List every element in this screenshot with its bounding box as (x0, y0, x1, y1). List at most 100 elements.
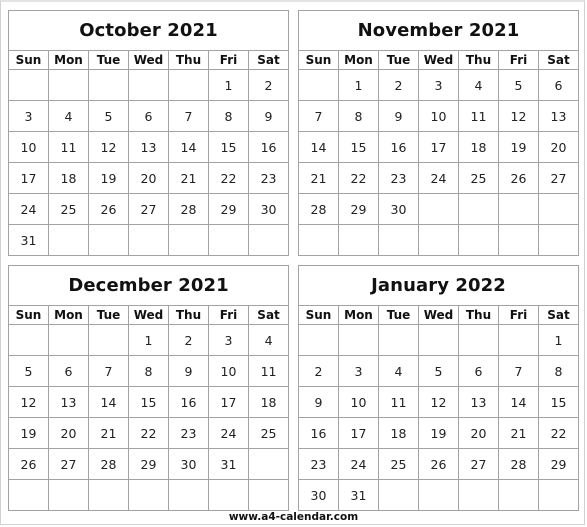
day-cell (378, 224, 419, 256)
day-cell (498, 324, 539, 356)
day-cell: 12 (418, 386, 459, 418)
day-cell: 8 (208, 100, 249, 132)
day-cell: 21 (298, 162, 339, 194)
day-cell: 11 (458, 100, 499, 132)
day-cell: 19 (418, 417, 459, 449)
day-cell: 1 (537, 324, 580, 356)
week-row: 21 22 23 24 25 26 27 (298, 162, 580, 194)
day-cell: 20 (537, 131, 580, 163)
day-cell (378, 479, 419, 511)
weekday-header: Wed (128, 305, 169, 325)
day-cell: 3 (8, 100, 49, 132)
day-cell (418, 193, 459, 225)
day-cell: 24 (418, 162, 459, 194)
weekday-header: Fri (208, 305, 249, 325)
week-row: 24 25 26 27 28 29 30 (8, 193, 290, 225)
weekday-header: Mon (338, 305, 379, 325)
day-cell: 1 (128, 324, 169, 356)
day-cell: 27 (48, 448, 89, 480)
day-cell: 15 (208, 131, 249, 163)
week-row: 1 (298, 324, 580, 356)
day-cell (208, 224, 249, 256)
month-title: November 2021 (297, 10, 580, 51)
day-cell: 4 (247, 324, 290, 356)
day-cell (338, 324, 379, 356)
day-cell: 9 (168, 355, 209, 387)
week-row (8, 479, 290, 511)
weekday-header: Wed (418, 50, 459, 70)
weekday-header: Fri (208, 50, 249, 70)
day-cell: 7 (498, 355, 539, 387)
day-cell (418, 324, 459, 356)
weekday-header: Sun (298, 50, 339, 70)
day-cell: 18 (378, 417, 419, 449)
day-cell: 20 (458, 417, 499, 449)
weekday-header: Sun (298, 305, 339, 325)
weekday-header: Mon (48, 305, 89, 325)
day-cell: 13 (537, 100, 580, 132)
day-cell: 28 (168, 193, 209, 225)
day-cell: 2 (378, 69, 419, 101)
day-cell: 27 (128, 193, 169, 225)
weekday-header: Wed (418, 305, 459, 325)
day-cell: 20 (128, 162, 169, 194)
day-cell: 12 (88, 131, 129, 163)
day-cell: 13 (48, 386, 89, 418)
day-cell: 19 (498, 131, 539, 163)
day-cell (48, 479, 89, 511)
weekday-header: Thu (458, 305, 499, 325)
day-cell (458, 224, 499, 256)
week-row (298, 224, 580, 256)
day-cell: 25 (458, 162, 499, 194)
week-row: 28 29 30 (298, 193, 580, 225)
day-cell (128, 224, 169, 256)
day-cell: 28 (498, 448, 539, 480)
day-cell: 28 (88, 448, 129, 480)
day-cell: 3 (208, 324, 249, 356)
month-calendar: October 2021 Sun Mon Tue Wed Thu Fri Sat 1 2 3 4 5 6 7… (7, 10, 290, 256)
weekday-header: Fri (498, 305, 539, 325)
day-cell: 25 (378, 448, 419, 480)
day-cell: 5 (88, 100, 129, 132)
day-cell: 29 (338, 193, 379, 225)
day-cell: 9 (247, 100, 290, 132)
day-cell: 22 (338, 162, 379, 194)
day-cell: 11 (378, 386, 419, 418)
day-cell: 15 (338, 131, 379, 163)
day-cell: 29 (128, 448, 169, 480)
day-cell: 1 (208, 69, 249, 101)
day-cell: 2 (247, 69, 290, 101)
day-cell (298, 224, 339, 256)
day-cell: 4 (378, 355, 419, 387)
day-cell: 26 (418, 448, 459, 480)
day-cell: 18 (247, 386, 290, 418)
day-cell: 27 (537, 162, 580, 194)
day-cell: 13 (458, 386, 499, 418)
weekday-header: Tue (378, 305, 419, 325)
weekday-header: Thu (168, 305, 209, 325)
day-cell: 21 (168, 162, 209, 194)
day-cell: 13 (128, 131, 169, 163)
day-cell: 6 (48, 355, 89, 387)
day-cell: 16 (298, 417, 339, 449)
day-cell (458, 479, 499, 511)
day-cell: 12 (498, 100, 539, 132)
day-cell: 3 (338, 355, 379, 387)
day-cell: 14 (498, 386, 539, 418)
month-calendar: December 2021 Sun Mon Tue Wed Thu Fri Sat 1 2 3 4 5 6… (7, 265, 290, 511)
day-cell (537, 193, 580, 225)
day-cell (88, 479, 129, 511)
footer-website: www.a4-calendar.com (228, 511, 359, 523)
day-cell (8, 479, 49, 511)
day-cell: 23 (378, 162, 419, 194)
weekday-header-row: Sun Mon Tue Wed Thu Fri Sat (8, 305, 290, 325)
day-cell (88, 224, 129, 256)
day-cell: 14 (88, 386, 129, 418)
week-row: 123456 (298, 69, 580, 101)
day-cell: 4 (48, 100, 89, 132)
week-row: 1234 (8, 324, 290, 356)
day-cell: 24 (8, 193, 49, 225)
day-cell: 2 (298, 355, 339, 387)
day-cell: 24 (338, 448, 379, 480)
day-cell: 31 (338, 479, 379, 511)
